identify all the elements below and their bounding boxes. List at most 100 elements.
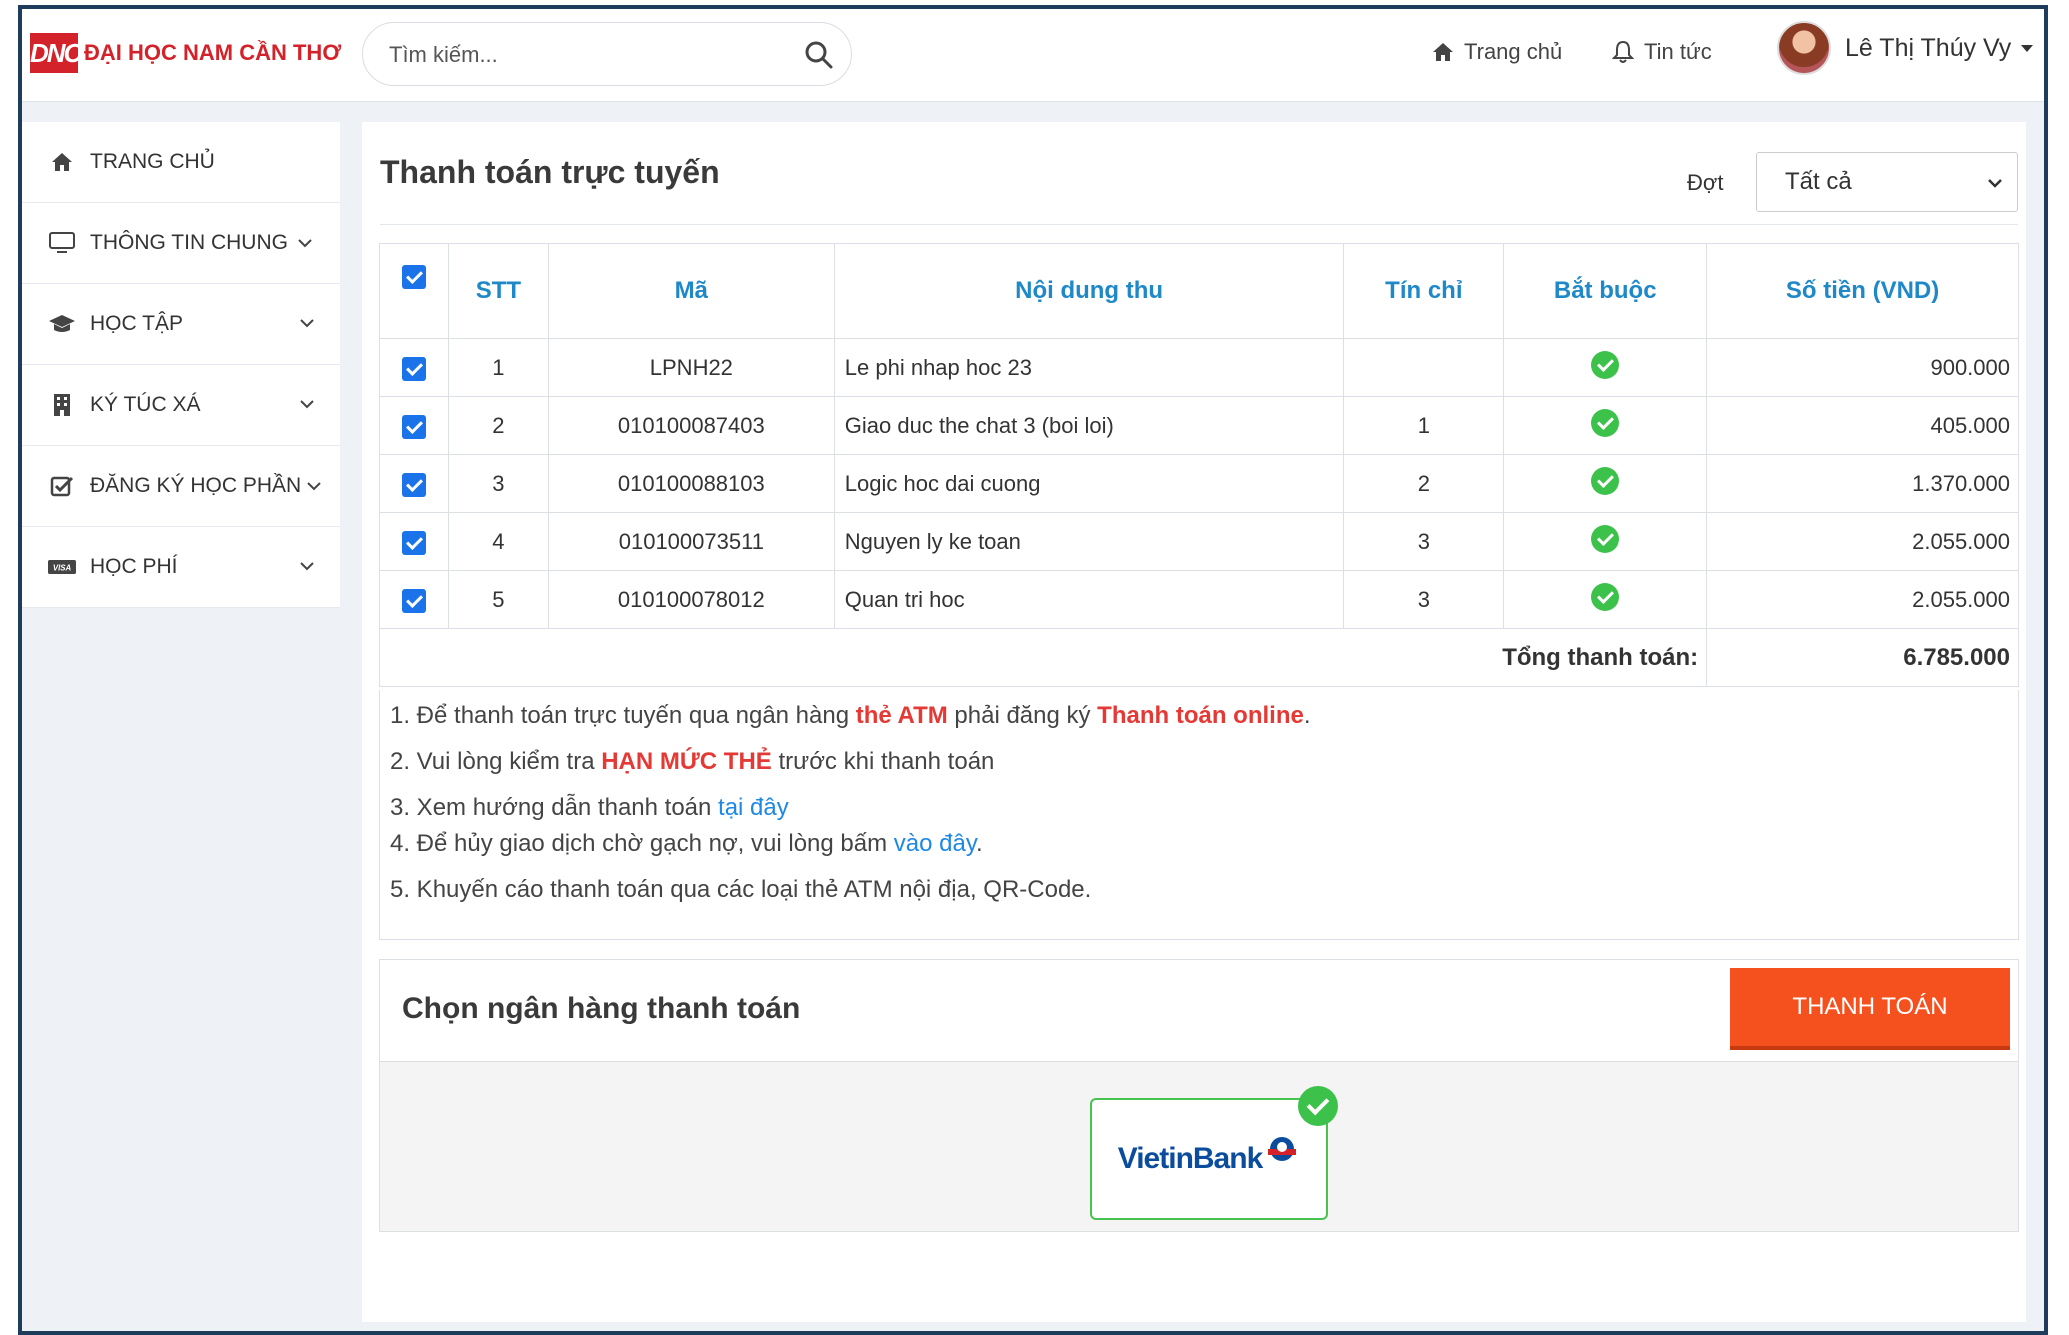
row-checkbox[interactable] [379, 396, 449, 455]
chevron-down-icon [2021, 44, 2034, 52]
sidebar-item-label: ĐĂNG KÝ HỌC PHẦN [90, 474, 302, 497]
row-required [1503, 338, 1708, 397]
selected-check-icon [1298, 1086, 1338, 1126]
bank-name: VietinBank [1117, 1142, 1263, 1175]
guide-link[interactable]: tại đây [718, 794, 789, 821]
sidebar-item-label: HỌC TẬP [90, 312, 183, 335]
row-checkbox[interactable] [379, 512, 449, 571]
user-menu[interactable]: Lê Thị Thúy Vy [1777, 21, 2034, 75]
check-circle-icon [1591, 408, 1620, 437]
graduation-cap-icon [48, 312, 76, 336]
row-code: 010100078012 [547, 570, 835, 629]
header-required: Bắt buộc [1503, 243, 1708, 339]
row-stt: 1 [447, 338, 549, 397]
row-credits: 3 [1343, 512, 1505, 571]
note-4: 4. Để hủy giao dịch chờ gạch nợ, vui lòn… [390, 830, 983, 857]
header-amount: Số tiền (VND) [1706, 243, 2019, 339]
header-code: Mã [547, 243, 835, 339]
payment-notes: 1. Để thanh toán trực tuyến qua ngân hàn… [379, 690, 2019, 940]
row-amount: 2.055.000 [1706, 512, 2019, 571]
app-frame: DNC ĐẠI HỌC NAM CẦN THƠ Trang chủ Tin tứ… [18, 5, 2048, 1335]
table-row: 3 010100088103 Logic hoc dai cuong 2 1.3… [379, 454, 2019, 513]
filter-value: Tất cả [1785, 168, 1852, 195]
fees-table: STT Mã Nội dung thu Tín chỉ Bắt buộc Số … [378, 243, 2019, 687]
cancel-transaction-link[interactable]: vào đây [894, 830, 976, 857]
sidebar-item-course-registration[interactable]: ĐĂNG KÝ HỌC PHẦN [22, 446, 340, 527]
monitor-icon [48, 231, 76, 255]
vietinbank-logo-icon [1268, 1137, 1297, 1161]
total-row: Tổng thanh toán: 6.785.000 [378, 628, 2019, 687]
row-stt: 5 [447, 570, 549, 629]
row-content: Logic hoc dai cuong [833, 454, 1345, 513]
nav-news-label: Tin tức [1644, 39, 1712, 64]
chevron-down-icon [300, 562, 314, 571]
row-amount: 1.370.000 [1706, 454, 2019, 513]
chevron-down-icon [307, 482, 321, 491]
row-code: 010100073511 [547, 512, 835, 571]
row-code: LPNH22 [547, 338, 835, 397]
row-required [1503, 512, 1708, 571]
visa-card-icon: VISA [48, 555, 76, 579]
table-row: 1 LPNH22 Le phi nhap hoc 23 900.000 [379, 338, 2019, 397]
sidebar-item-label: THÔNG TIN CHUNG [90, 231, 288, 254]
table-row: 5 010100078012 Quan tri hoc 3 2.055.000 [379, 570, 2019, 629]
note-3: 3. Xem hướng dẫn thanh toán tại đây [390, 794, 789, 821]
select-all-checkbox[interactable] [379, 243, 449, 339]
search-icon[interactable] [803, 39, 835, 71]
logo[interactable]: DNC ĐẠI HỌC NAM CẦN THƠ [30, 33, 341, 73]
svg-text:VISA: VISA [53, 564, 72, 573]
sidebar-item-dormitory[interactable]: KÝ TÚC XÁ [22, 365, 340, 446]
row-content: Quan tri hoc [833, 570, 1345, 629]
search-input[interactable] [387, 37, 767, 73]
row-checkbox[interactable] [379, 338, 449, 397]
row-checkbox[interactable] [379, 454, 449, 513]
total-value: 6.785.000 [1706, 628, 2019, 687]
bank-header: Chọn ngân hàng thanh toán THANH TOÁN [380, 960, 2018, 1062]
row-credits: 1 [1343, 396, 1505, 455]
row-credits: 3 [1343, 570, 1505, 629]
row-stt: 4 [447, 512, 549, 571]
row-stt: 2 [447, 396, 549, 455]
check-circle-icon [1591, 582, 1620, 611]
checkbox-icon [48, 474, 76, 498]
pay-button[interactable]: THANH TOÁN [1730, 968, 2010, 1050]
sidebar-item-home[interactable]: TRANG CHỦ [22, 122, 340, 203]
chevron-down-icon [300, 319, 314, 328]
row-content: Le phi nhap hoc 23 [833, 338, 1345, 397]
bank-section-title: Chọn ngân hàng thanh toán [402, 992, 801, 1025]
chevron-down-icon [300, 400, 314, 409]
row-content: Nguyen ly ke toan [833, 512, 1345, 571]
sidebar-item-tuition[interactable]: VISA HỌC PHÍ [22, 527, 340, 608]
user-name: Lê Thị Thúy Vy [1845, 33, 2012, 62]
header-stt: STT [447, 243, 549, 339]
note-5: 5. Khuyến cáo thanh toán qua các loại th… [390, 876, 1092, 903]
row-code: 010100087403 [547, 396, 835, 455]
note-1: 1. Để thanh toán trực tuyến qua ngân hàn… [390, 702, 1311, 729]
home-icon [48, 150, 76, 174]
row-checkbox[interactable] [379, 570, 449, 629]
row-required [1503, 570, 1708, 629]
sidebar-item-label: KÝ TÚC XÁ [90, 393, 201, 416]
row-credits [1343, 338, 1505, 397]
sidebar-item-general-info[interactable]: THÔNG TIN CHUNG [22, 203, 340, 284]
sidebar-item-label: TRANG CHỦ [90, 150, 215, 173]
table-row: 2 010100087403 Giao duc the chat 3 (boi … [379, 396, 2019, 455]
row-amount: 405.000 [1706, 396, 2019, 455]
sidebar-item-study[interactable]: HỌC TẬP [22, 284, 340, 365]
filter-select[interactable]: Tất cả [1756, 152, 2018, 212]
table-header-row: STT Mã Nội dung thu Tín chỉ Bắt buộc Số … [379, 243, 2019, 339]
top-header: DNC ĐẠI HỌC NAM CẦN THƠ Trang chủ Tin tứ… [22, 9, 2044, 102]
header-content: Nội dung thu [833, 243, 1345, 339]
chevron-down-icon [298, 239, 312, 248]
search-box [362, 22, 852, 86]
check-circle-icon [1591, 466, 1620, 495]
nav-news-link[interactable]: Tin tức [1612, 39, 1712, 65]
payment-panel: Thanh toán trực tuyến Đợt Tất cả STT Mã … [362, 122, 2026, 1322]
row-content: Giao duc the chat 3 (boi loi) [833, 396, 1345, 455]
logo-text: ĐẠI HỌC NAM CẦN THƠ [84, 40, 342, 65]
nav-home-link[interactable]: Trang chủ [1432, 39, 1562, 65]
row-code: 010100088103 [547, 454, 835, 513]
total-label: Tổng thanh toán: [378, 628, 1708, 687]
bank-option-vietinbank[interactable]: VietinBank [1090, 1086, 1338, 1220]
row-required [1503, 396, 1708, 455]
